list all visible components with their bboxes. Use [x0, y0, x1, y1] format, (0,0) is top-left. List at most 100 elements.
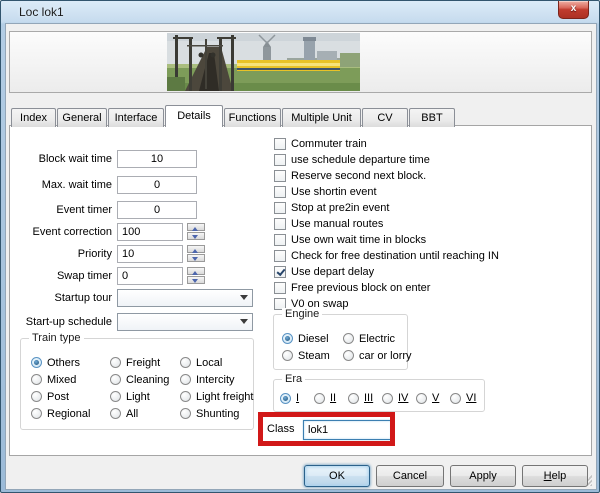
train-type-group-title: Train type [29, 332, 84, 344]
radio-icon [280, 393, 291, 404]
startup-tour-dropdown[interactable] [117, 289, 253, 307]
checkbox-icon [274, 234, 286, 246]
checkbox-use-shortin-event[interactable]: Use shortin event [274, 184, 499, 200]
checkbox-label: Commuter train [291, 138, 367, 150]
checkbox-reserve-second-next-block[interactable]: Reserve second next block. [274, 168, 499, 184]
radio-others[interactable]: Others [31, 354, 110, 371]
tab-details[interactable]: Details [165, 105, 223, 127]
radio-label: Mixed [47, 374, 76, 386]
radio-car-or-lorry[interactable]: car or lorry [343, 347, 412, 364]
tab-multiple-unit[interactable]: Multiple Unit [282, 108, 361, 127]
startup-schedule-dropdown[interactable] [117, 313, 253, 331]
help-button[interactable]: Help [522, 465, 588, 487]
block-wait-time-input[interactable] [117, 150, 197, 168]
tab-cv[interactable]: CV [362, 108, 408, 127]
class-input[interactable] [303, 420, 392, 440]
radio-era-4[interactable]: IV [382, 392, 416, 404]
radio-icon [282, 350, 293, 361]
radio-icon [31, 357, 42, 368]
radio-cleaning[interactable]: Cleaning [110, 371, 180, 388]
checkbox-use-manual-routes[interactable]: Use manual routes [274, 216, 499, 232]
radio-post[interactable]: Post [31, 388, 110, 405]
radio-label: Local [196, 357, 222, 369]
radio-icon [282, 333, 293, 344]
tab-label: General [62, 112, 101, 124]
radio-electric[interactable]: Electric [343, 330, 412, 347]
checkbox-commuter-train[interactable]: Commuter train [274, 136, 499, 152]
max-wait-time-input[interactable] [117, 176, 197, 194]
checkbox-icon [274, 138, 286, 150]
era-group-title: Era [282, 373, 305, 385]
spin-up-icon[interactable] [187, 223, 205, 231]
radio-diesel[interactable]: Diesel [282, 330, 343, 347]
swap-timer-input[interactable] [117, 267, 183, 285]
event-correction-spinner[interactable] [187, 223, 205, 241]
tab-general[interactable]: General [57, 108, 107, 127]
priority-input[interactable] [117, 245, 183, 263]
radio-era-3[interactable]: III [348, 392, 382, 404]
ok-button[interactable]: OK [304, 465, 370, 487]
radio-icon [348, 393, 359, 404]
priority-spinner[interactable] [187, 245, 205, 263]
checkbox-use-own-wait-time[interactable]: Use own wait time in blocks [274, 232, 499, 248]
radio-icon [180, 357, 191, 368]
checkbox-free-previous-block[interactable]: Free previous block on enter [274, 280, 499, 296]
radio-label: Cleaning [126, 374, 169, 386]
spin-down-icon[interactable] [187, 232, 205, 240]
swap-timer-spinner[interactable] [187, 267, 205, 285]
radio-shunting[interactable]: Shunting [180, 405, 253, 422]
radio-label: Light [126, 391, 150, 403]
spin-down-icon[interactable] [187, 276, 205, 284]
max-wait-time-label: Max. wait time [10, 178, 112, 192]
radio-steam[interactable]: Steam [282, 347, 343, 364]
tab-index[interactable]: Index [11, 108, 56, 127]
class-label: Class [267, 423, 295, 435]
event-correction-input[interactable] [117, 223, 183, 241]
swap-timer-label: Swap timer [10, 269, 112, 283]
radio-local[interactable]: Local [180, 354, 253, 371]
radio-era-5[interactable]: V [416, 392, 450, 404]
spin-up-icon[interactable] [187, 267, 205, 275]
event-timer-input[interactable] [117, 201, 197, 219]
tab-functions[interactable]: Functions [224, 108, 281, 127]
radio-mixed[interactable]: Mixed [31, 371, 110, 388]
checkbox-check-free-destination[interactable]: Check for free destination until reachin… [274, 248, 499, 264]
checkbox-icon [274, 170, 286, 182]
checkbox-stop-at-pre2in-event[interactable]: Stop at pre2in event [274, 200, 499, 216]
radio-freight[interactable]: Freight [110, 354, 180, 371]
radio-era-1[interactable]: I [280, 392, 314, 404]
radio-label: Regional [47, 408, 90, 420]
checkbox-use-schedule-departure-time[interactable]: use schedule departure time [274, 152, 499, 168]
radio-label: car or lorry [359, 350, 412, 362]
block-wait-time-label: Block wait time [10, 152, 112, 166]
spin-down-icon[interactable] [187, 254, 205, 262]
radio-icon [416, 393, 427, 404]
radio-light[interactable]: Light [110, 388, 180, 405]
radio-light-freight[interactable]: Light freight [180, 388, 253, 405]
radio-all[interactable]: All [110, 405, 180, 422]
tab-label: CV [377, 112, 392, 124]
checkbox-label: Use own wait time in blocks [291, 234, 426, 246]
radio-icon [110, 374, 121, 385]
apply-button[interactable]: Apply [450, 465, 516, 487]
radio-regional[interactable]: Regional [31, 405, 110, 422]
tab-bbt[interactable]: BBT [409, 108, 455, 127]
cancel-button[interactable]: Cancel [376, 465, 444, 487]
spin-up-icon[interactable] [187, 245, 205, 253]
tab-interface[interactable]: Interface [108, 108, 164, 127]
tab-label: Index [20, 112, 47, 124]
dialog-buttons: OK Cancel Apply Help [304, 465, 588, 487]
checkbox-label: Reserve second next block. [291, 170, 426, 182]
radio-icon [31, 408, 42, 419]
checkbox-use-depart-delay[interactable]: Use depart delay [274, 264, 499, 280]
close-button[interactable]: x [558, 1, 589, 19]
titlebar[interactable]: Loc lok1 x [1, 1, 599, 23]
radio-icon [180, 391, 191, 402]
radio-intercity[interactable]: Intercity [180, 371, 253, 388]
checkbox-label: Use manual routes [291, 218, 383, 230]
checkbox-label: Use shortin event [291, 186, 377, 198]
checkbox-label: Use depart delay [291, 266, 374, 278]
checkbox-icon [274, 186, 286, 198]
radio-era-2[interactable]: II [314, 392, 348, 404]
radio-era-6[interactable]: VI [450, 392, 484, 404]
